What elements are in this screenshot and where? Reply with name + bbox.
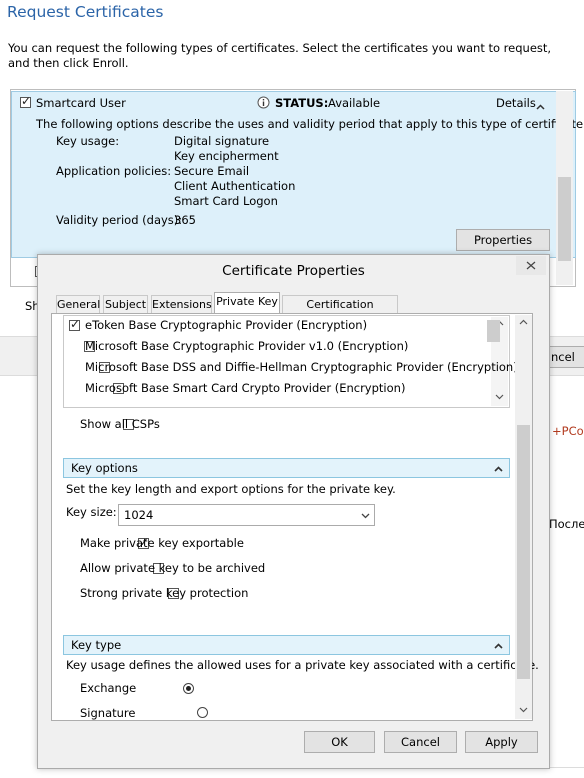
tab-extensions[interactable]: Extensions	[151, 295, 212, 313]
option-label: Allow private key to be archived	[80, 561, 266, 575]
chevron-up-icon[interactable]	[494, 643, 503, 649]
ok-button[interactable]: OK	[304, 731, 375, 753]
tab-subject[interactable]: Subject	[103, 295, 148, 313]
close-icon	[526, 261, 536, 270]
scrollbar-thumb[interactable]	[487, 320, 500, 342]
chevron-up-icon[interactable]	[536, 99, 545, 113]
app-policy-value: Secure Email	[174, 164, 250, 178]
tab-private-key[interactable]: Private Key	[214, 292, 280, 314]
scroll-down-icon[interactable]	[515, 703, 532, 717]
key-options-description: Set the key length and export options fo…	[66, 482, 396, 496]
csp-item-label: Microsoft Base DSS and Diffie-Hellman Cr…	[85, 360, 518, 374]
apply-button[interactable]: Apply	[465, 731, 538, 753]
chevron-down-icon	[361, 513, 370, 519]
key-usage-value: Digital signature	[174, 134, 270, 148]
tab-certification-authority[interactable]: Certification Authority	[282, 295, 398, 329]
dialog-title: Certificate Properties	[222, 263, 365, 279]
page-title: Request Certificates	[7, 3, 164, 21]
csp-item-label: Microsoft Base Smart Card Crypto Provide…	[85, 381, 406, 395]
details-toggle[interactable]: Details	[496, 96, 536, 110]
scrollbar-thumb[interactable]	[517, 425, 530, 679]
background-russian-text: После	[549, 517, 584, 531]
status-value: Available	[328, 96, 381, 110]
background-pcol-text: +PCol	[552, 424, 584, 438]
validity-label: Validity period (days):	[56, 213, 183, 227]
app-policy-value: Client Authentication	[174, 179, 296, 193]
csp-item-label: eToken Base Cryptographic Provider (Encr…	[85, 318, 368, 332]
intro-text: You can request the following types of c…	[8, 41, 552, 70]
key-size-value: 1024	[124, 508, 154, 522]
app-policies-label: Application policies:	[56, 164, 172, 178]
key-usage-label: Key usage:	[56, 134, 120, 148]
option-label: Make private key exportable	[80, 536, 244, 550]
key-usage-value: Key encipherment	[174, 149, 279, 163]
cancel-button[interactable]: Cancel	[384, 731, 457, 753]
certificate-list-scrollbar[interactable]	[556, 91, 573, 285]
key-size-select[interactable]: 1024	[118, 504, 375, 526]
show-all-csps-label: Show all CSPs	[80, 417, 160, 431]
option-label: Strong private key protection	[80, 586, 249, 600]
scroll-down-icon[interactable]	[491, 391, 508, 403]
csp-item-label: Microsoft Base Cryptographic Provider v1…	[85, 339, 409, 353]
properties-button[interactable]: Properties	[456, 229, 550, 251]
scrollbar-thumb[interactable]	[558, 177, 571, 261]
key-size-label: Key size:	[66, 505, 117, 519]
certificate-description: The following options describe the uses …	[36, 117, 584, 131]
close-button[interactable]	[516, 256, 546, 275]
chevron-up-icon[interactable]	[494, 466, 503, 472]
info-icon	[257, 96, 270, 109]
certificate-name: Smartcard User	[36, 96, 126, 110]
scroll-up-icon[interactable]	[515, 315, 532, 329]
status-label: STATUS:	[275, 96, 329, 110]
key-options-header[interactable]: Key options	[63, 458, 510, 478]
app-policy-value: Smart Card Logon	[174, 194, 278, 208]
exchange-label: Exchange	[80, 681, 137, 695]
certificate-properties-dialog: Certificate Properties General Subject E…	[37, 254, 550, 769]
key-options-title: Key options	[71, 461, 138, 475]
smartcard-user-checkbox[interactable]	[20, 94, 31, 108]
validity-value: 365	[174, 213, 196, 227]
key-type-header[interactable]: Key type	[63, 635, 510, 655]
signature-label: Signature	[80, 706, 136, 720]
key-type-description: Key usage defines the allowed uses for a…	[66, 658, 539, 672]
tab-general[interactable]: General	[56, 295, 100, 313]
background-cancel-label: ncel	[551, 350, 575, 364]
key-type-title: Key type	[71, 638, 122, 652]
panel-scrollbar[interactable]	[515, 315, 532, 719]
csp-checkbox[interactable]	[69, 317, 80, 331]
exchange-radio[interactable]	[182, 683, 194, 694]
